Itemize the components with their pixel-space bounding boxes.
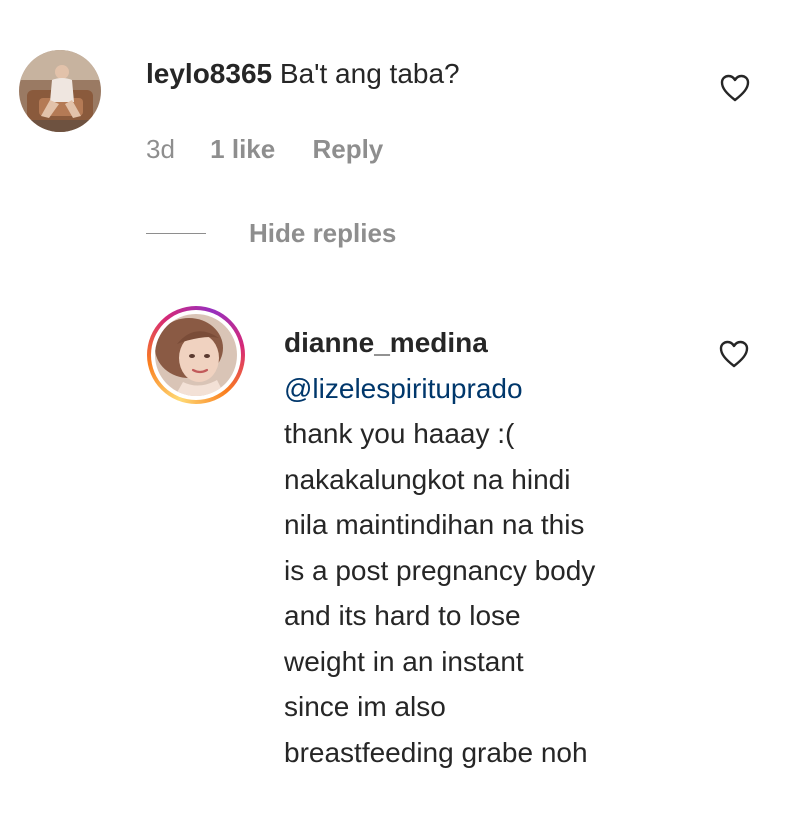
reply-text-line: thank you haaay :( — [284, 418, 515, 449]
reply-text-line: nila maintindihan na this — [284, 509, 585, 540]
divider-line — [146, 232, 206, 234]
reply-button[interactable]: Reply — [312, 131, 383, 167]
comment-likes[interactable]: 1 like — [210, 131, 275, 167]
reply-text-line: is a post pregnancy body — [284, 554, 596, 586]
hide-replies-button[interactable]: Hide replies — [249, 218, 396, 249]
reply-username[interactable]: dianne_medina — [284, 320, 704, 366]
comment-meta: 3d 1 like Reply — [146, 131, 383, 167]
reply-avatar[interactable] — [155, 314, 237, 396]
comment-username[interactable]: leylo8365 — [146, 58, 272, 89]
reply-text-line: since im also — [284, 691, 446, 722]
reply-text-line: weight in an instant — [284, 645, 524, 677]
reply-text-line: nakakalungkot na hindi — [284, 463, 571, 495]
comment-timestamp: 3d — [146, 134, 175, 164]
reply-text-line: and its hard to lose — [284, 600, 521, 631]
comment-text: Ba't ang taba? — [279, 58, 460, 89]
heart-icon[interactable] — [719, 340, 749, 368]
hide-replies-row: Hide replies — [146, 215, 396, 251]
heart-icon[interactable] — [720, 74, 750, 102]
commenter-avatar[interactable] — [19, 50, 101, 132]
reply-text-line: breastfeeding grabe noh — [284, 736, 588, 768]
reply-body: dianne_medina @lizelespirituprado thank … — [284, 320, 704, 775]
reply-mention-link[interactable]: @lizelespirituprado — [284, 366, 704, 412]
comment-line: leylo8365 Ba't ang taba? — [146, 56, 460, 92]
story-ring[interactable] — [147, 306, 245, 404]
